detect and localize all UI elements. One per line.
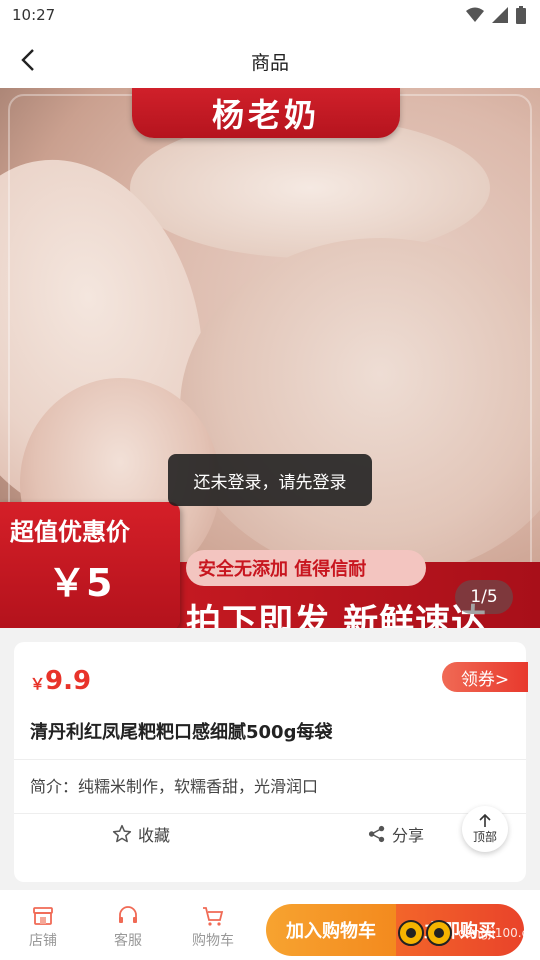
promo-price: ￥5 — [48, 561, 113, 605]
favorite-button[interactable]: 收藏 — [112, 822, 170, 846]
product-price: ￥9.9 — [30, 666, 91, 696]
divider — [14, 759, 526, 760]
headset-icon — [119, 906, 137, 923]
promo-slogan: 拍下即发 新鲜速达 — [186, 603, 488, 628]
watermark-logo-icon — [398, 920, 424, 946]
status-time: 10:27 — [12, 6, 56, 24]
share-label: 分享 — [392, 826, 425, 845]
promo-overlay: 安全无添加 值得信耐 超值优惠价 ￥5 拍下即发 新鲜速达 — [0, 502, 540, 628]
brand-banner: 杨老奶 — [132, 88, 400, 138]
promo-price-box: 超值优惠价 ￥5 — [0, 502, 180, 628]
product-info-card: ￥9.9 领券> 清丹利红凤尾粑粑口感细腻500g每袋 简介：纯糯米制作，软糯香… — [14, 642, 528, 882]
tab-label: 购物车 — [192, 933, 234, 949]
promo-tag: 安全无添加 值得信耐 — [198, 559, 367, 580]
page-title: 商品 — [250, 52, 289, 74]
status-bar: 10:27 — [0, 0, 540, 32]
brand-text: 杨老奶 — [211, 96, 320, 134]
bottom-action-bar: 店铺 客服 购物车 加入购物车 立即购买 dangji100.com — [0, 890, 540, 960]
tab-label: 客服 — [114, 933, 142, 949]
price-value: 9.9 — [45, 666, 92, 696]
watermark-logo-icon — [426, 920, 452, 946]
back-to-top-button[interactable]: 顶部 — [462, 806, 508, 852]
price-currency: ￥ — [30, 675, 46, 693]
watermark-text: dangji100.com — [458, 926, 540, 940]
arrow-up-icon — [479, 813, 491, 827]
nav-bar: 商品 — [0, 32, 540, 88]
store-icon — [33, 907, 53, 925]
product-image-carousel[interactable]: 杨老奶 安全无添加 值得信耐 超值优惠价 ￥5 拍下即发 新鲜速达 — [0, 88, 540, 628]
wifi-icon — [466, 7, 484, 22]
back-to-top-label: 顶部 — [472, 829, 497, 844]
cart-icon — [203, 907, 224, 926]
get-coupon-button[interactable]: 领券> — [442, 662, 528, 692]
login-toast: 还未登录，请先登录 — [168, 454, 372, 506]
share-icon — [368, 825, 385, 843]
favorite-label: 收藏 — [138, 826, 171, 845]
signal-icon — [492, 7, 508, 23]
divider — [14, 813, 526, 814]
tab-store[interactable]: 店铺 — [13, 904, 73, 950]
add-to-cart-button[interactable]: 加入购物车 — [266, 904, 396, 956]
tab-label: 店铺 — [29, 933, 57, 949]
promo-title: 超值优惠价 — [10, 518, 130, 546]
status-icons — [466, 6, 526, 24]
product-name: 清丹利红凤尾粑粑口感细腻500g每袋 — [30, 722, 333, 743]
tab-cart[interactable]: 购物车 — [183, 904, 243, 950]
tab-customer-service[interactable]: 客服 — [98, 904, 158, 950]
battery-icon — [516, 6, 526, 24]
image-pager: 1/5 — [455, 580, 513, 614]
star-icon — [112, 824, 132, 843]
watermark: dangji100.com — [398, 920, 540, 946]
product-intro: 简介：纯糯米制作，软糯香甜，光滑润口 — [30, 777, 319, 796]
share-button[interactable]: 分享 — [368, 822, 424, 846]
